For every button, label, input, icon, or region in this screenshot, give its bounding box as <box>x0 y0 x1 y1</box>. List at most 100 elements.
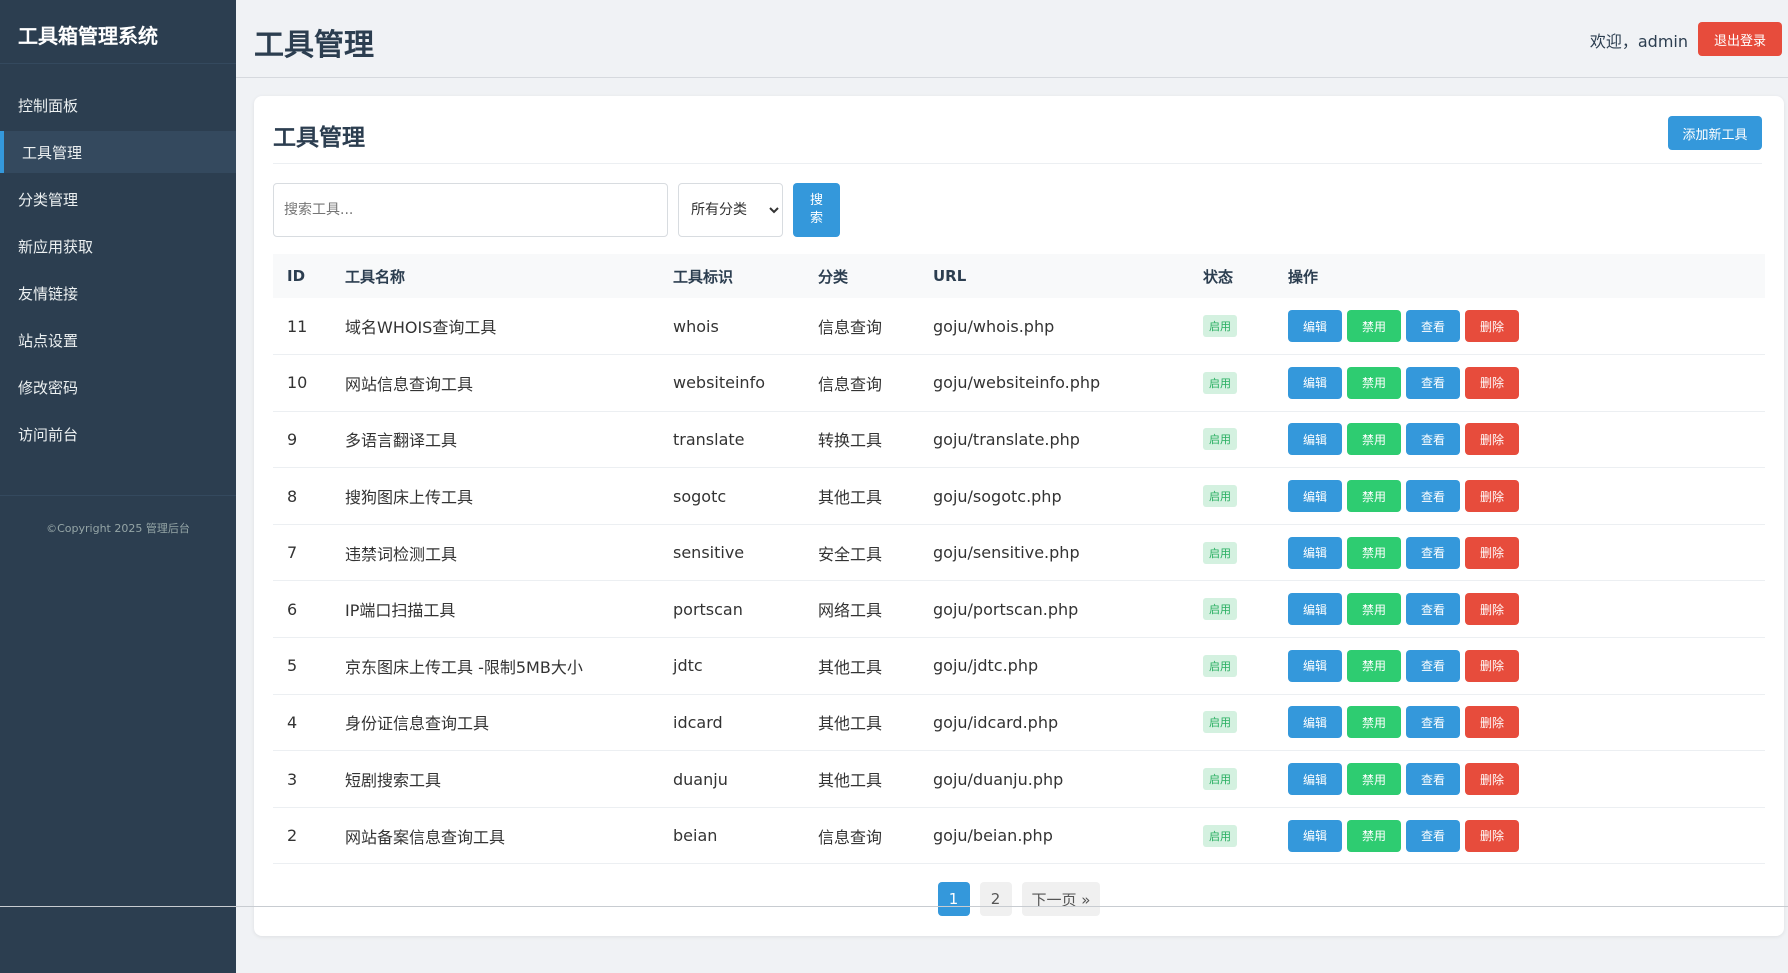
delete-button[interactable]: 删除 <box>1465 423 1519 456</box>
status-badge: 启用 <box>1203 541 1237 564</box>
edit-button[interactable]: 编辑 <box>1288 819 1342 852</box>
sidebar-item-frontend[interactable]: 访问前台 <box>0 413 236 455</box>
delete-button[interactable]: 删除 <box>1465 763 1519 796</box>
edit-button[interactable]: 编辑 <box>1288 423 1342 456</box>
cell-id: 9 <box>287 429 298 449</box>
cell-key: websiteinfo <box>673 373 765 393</box>
cell-actions: 编辑 禁用 查看 删除 <box>1274 581 1765 638</box>
edit-button[interactable]: 编辑 <box>1288 310 1342 343</box>
cell-url: goju/beian.php <box>933 826 1053 846</box>
delete-button[interactable]: 删除 <box>1465 593 1519 626</box>
disable-button[interactable]: 禁用 <box>1347 706 1401 739</box>
cell-name: 搜狗图床上传工具 <box>345 488 474 508</box>
status-badge: 启用 <box>1203 371 1237 394</box>
cell-category: 其他工具 <box>818 714 883 734</box>
cell-url: goju/sensitive.php <box>933 543 1080 563</box>
cell-url: goju/portscan.php <box>933 599 1079 619</box>
add-tool-button[interactable]: 添加新工具 <box>1668 116 1762 150</box>
cell-name: 违禁词检测工具 <box>345 544 458 564</box>
cell-key: translate <box>673 429 745 449</box>
edit-button[interactable]: 编辑 <box>1288 706 1342 739</box>
edit-button[interactable]: 编辑 <box>1288 763 1342 796</box>
tools-card: 工具管理 添加新工具 所有分类 搜索 ID 工具名称 工具标识 分类 URL 状… <box>254 96 1784 936</box>
table-row: 9 多语言翻译工具 translate 转换工具 goju/translate.php 启… <box>273 411 1765 468</box>
edit-button[interactable]: 编辑 <box>1288 649 1342 682</box>
category-select[interactable]: 所有分类 <box>678 183 783 237</box>
disable-button[interactable]: 禁用 <box>1347 649 1401 682</box>
logout-button[interactable]: 退出登录 <box>1698 22 1782 56</box>
cell-category: 安全工具 <box>818 544 883 564</box>
search-input[interactable] <box>273 183 668 237</box>
view-button[interactable]: 查看 <box>1406 366 1460 399</box>
view-button[interactable]: 查看 <box>1406 480 1460 513</box>
delete-button[interactable]: 删除 <box>1465 649 1519 682</box>
view-button[interactable]: 查看 <box>1406 763 1460 796</box>
bottom-divider <box>0 906 1788 907</box>
cell-id: 10 <box>287 373 308 393</box>
cell-url: goju/jdtc.php <box>933 656 1039 676</box>
delete-button[interactable]: 删除 <box>1465 536 1519 569</box>
view-button[interactable]: 查看 <box>1406 536 1460 569</box>
view-button[interactable]: 查看 <box>1406 310 1460 343</box>
cell-status: 启用 <box>1189 751 1274 808</box>
cell-key: whois <box>673 316 719 336</box>
sidebar-item-site-settings[interactable]: 站点设置 <box>0 319 236 361</box>
cell-name: 网站备案信息查询工具 <box>345 827 506 847</box>
disable-button[interactable]: 禁用 <box>1347 423 1401 456</box>
page-button-1[interactable]: 1 <box>937 882 970 916</box>
cell-actions: 编辑 禁用 查看 删除 <box>1274 751 1765 808</box>
sidebar-item-new-apps[interactable]: 新应用获取 <box>0 225 236 267</box>
edit-button[interactable]: 编辑 <box>1288 536 1342 569</box>
col-name: 工具名称 <box>345 267 406 286</box>
sidebar-item-change-password[interactable]: 修改密码 <box>0 366 236 408</box>
disable-button[interactable]: 禁用 <box>1347 819 1401 852</box>
disable-button[interactable]: 禁用 <box>1347 536 1401 569</box>
table-row: 8 搜狗图床上传工具 sogotc 其他工具 goju/sogotc.php 启用 编辑 禁用… <box>273 468 1765 525</box>
view-button[interactable]: 查看 <box>1406 593 1460 626</box>
sidebar-item-categories[interactable]: 分类管理 <box>0 178 236 220</box>
sidebar-item-tools[interactable]: 工具管理 <box>0 131 236 173</box>
brand-title: 工具箱管理系统 <box>0 0 236 64</box>
delete-button[interactable]: 删除 <box>1465 819 1519 852</box>
next-page-button[interactable]: 下一页 » <box>1021 882 1101 916</box>
delete-button[interactable]: 删除 <box>1465 480 1519 513</box>
edit-button[interactable]: 编辑 <box>1288 593 1342 626</box>
search-button[interactable]: 搜索 <box>793 183 840 237</box>
cell-status: 启用 <box>1189 411 1274 468</box>
status-badge: 启用 <box>1203 824 1237 847</box>
table-header-row: ID 工具名称 工具标识 分类 URL 状态 操作 <box>273 254 1765 298</box>
cell-id: 7 <box>287 543 298 563</box>
view-button[interactable]: 查看 <box>1406 706 1460 739</box>
cell-key: portscan <box>673 599 743 619</box>
cell-category: 信息查询 <box>818 318 883 338</box>
disable-button[interactable]: 禁用 <box>1347 763 1401 796</box>
cell-url: goju/idcard.php <box>933 712 1059 732</box>
cell-name: 域名WHOIS查询工具 <box>345 318 497 338</box>
sidebar: 工具箱管理系统 控制面板 工具管理 分类管理 新应用获取 友情链接 站点设置 修… <box>0 0 236 973</box>
cell-status: 启用 <box>1189 638 1274 695</box>
status-badge: 启用 <box>1203 485 1237 508</box>
edit-button[interactable]: 编辑 <box>1288 366 1342 399</box>
copyright-text: ©Copyright 2025 管理后台 <box>0 495 236 536</box>
cell-category: 网络工具 <box>818 601 883 621</box>
view-button[interactable]: 查看 <box>1406 423 1460 456</box>
cell-key: sensitive <box>673 543 745 563</box>
delete-button[interactable]: 删除 <box>1465 706 1519 739</box>
disable-button[interactable]: 禁用 <box>1347 366 1401 399</box>
page-button-2[interactable]: 2 <box>979 882 1012 916</box>
view-button[interactable]: 查看 <box>1406 649 1460 682</box>
delete-button[interactable]: 删除 <box>1465 366 1519 399</box>
cell-status: 启用 <box>1189 807 1274 864</box>
card-title: 工具管理 <box>273 125 365 151</box>
delete-button[interactable]: 删除 <box>1465 310 1519 343</box>
sidebar-nav: 控制面板 工具管理 分类管理 新应用获取 友情链接 站点设置 修改密码 访问前台 <box>0 84 236 455</box>
disable-button[interactable]: 禁用 <box>1347 480 1401 513</box>
cell-category: 信息查询 <box>818 374 883 394</box>
view-button[interactable]: 查看 <box>1406 819 1460 852</box>
sidebar-item-dashboard[interactable]: 控制面板 <box>0 84 236 126</box>
status-badge: 启用 <box>1203 654 1237 677</box>
edit-button[interactable]: 编辑 <box>1288 480 1342 513</box>
sidebar-item-friend-links[interactable]: 友情链接 <box>0 272 236 314</box>
disable-button[interactable]: 禁用 <box>1347 310 1401 343</box>
disable-button[interactable]: 禁用 <box>1347 593 1401 626</box>
